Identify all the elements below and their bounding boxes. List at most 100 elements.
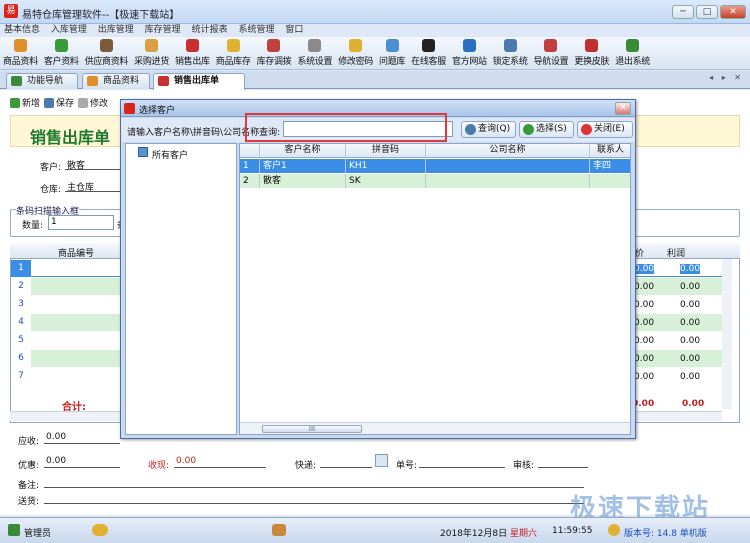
cell-contact: 李四 (590, 159, 630, 173)
discount-field[interactable]: 0.00 (44, 456, 120, 468)
toolbar-button-15[interactable]: 退出系统 (612, 37, 653, 69)
row-number: 4 (18, 317, 24, 327)
toolbar-button-3[interactable]: 采购进货 (131, 37, 172, 69)
cell-name: 客户1 (260, 159, 346, 173)
dialog-cancel-button[interactable]: 关闭(E) (577, 121, 633, 138)
menu-inbound[interactable]: 入库管理 (47, 24, 91, 36)
check-icon (523, 124, 534, 135)
col-company[interactable]: 公司名称 (426, 144, 590, 158)
row-profit: 0.00 (680, 372, 701, 382)
toolbar-icon (54, 39, 68, 52)
row-number: 1 (11, 260, 31, 277)
toolbar-button-7[interactable]: 系统设置 (294, 37, 335, 69)
close-label: 关闭(E) (594, 124, 625, 134)
customer-row[interactable]: 1 客户1 KH1 李四 (240, 159, 630, 173)
col-customer-name[interactable]: 客户名称 (260, 144, 346, 158)
menu-inventory[interactable]: 库存管理 (141, 24, 185, 36)
menu-reports[interactable]: 统计报表 (188, 24, 232, 36)
tab-nav-arrows[interactable]: ◂ ▸ ✕ (709, 73, 744, 82)
toolbar-button-9[interactable]: 问题库 (376, 37, 408, 69)
tracking-field[interactable] (419, 456, 505, 468)
menu-basic-info[interactable]: 基本信息 (0, 24, 44, 36)
toolbar-label: 更换皮肤 (574, 57, 610, 67)
toolbar-button-2[interactable]: 供应商资料 (82, 37, 132, 69)
tab-sales-outbound[interactable]: 销售出库单 (153, 73, 245, 90)
toolbar-label: 锁定系统 (492, 57, 528, 67)
col-contact[interactable]: 联系人 (590, 144, 630, 158)
received-field[interactable]: 0.00 (174, 456, 266, 468)
search-icon (465, 124, 476, 135)
menu-system[interactable]: 系统管理 (234, 24, 278, 36)
tab-label: 功能导航 (27, 76, 64, 86)
scroll-thumb[interactable]: III (262, 425, 362, 433)
toolbar-button-8[interactable]: 修改密码 (335, 37, 376, 69)
plus-icon (10, 97, 20, 108)
note-label: 备注: (18, 481, 40, 491)
row-price: 0.00 (634, 354, 655, 364)
toolbar-button-1[interactable]: 客户资料 (41, 37, 82, 69)
menu-window[interactable]: 窗口 (281, 24, 307, 36)
express-picker-icon[interactable] (375, 454, 388, 467)
new-button[interactable]: 新增 (10, 96, 40, 109)
note-field[interactable] (44, 476, 584, 488)
col-price[interactable]: 价 (635, 246, 644, 259)
toolbar-label: 修改密码 (338, 57, 374, 67)
tab-row: 功能导航 商品资料 销售出库单 (0, 71, 750, 90)
toolbar-button-12[interactable]: 锁定系统 (490, 37, 531, 69)
customer-field[interactable]: 散客 (65, 158, 125, 171)
toolbar-icon (462, 39, 476, 52)
row-profit: 0.00 (680, 282, 701, 292)
select-button[interactable]: 选择(S) (519, 121, 574, 138)
dialog-close-button[interactable]: ✕ (615, 102, 631, 115)
cell-code: SK (346, 174, 426, 188)
toolbar-button-6[interactable]: 库存调拨 (254, 37, 295, 69)
col-product-code[interactable]: 商品编号 (58, 246, 94, 259)
toolbar-label: 采购进货 (134, 57, 169, 67)
tab-function-nav[interactable]: 功能导航 (6, 73, 78, 89)
edit-button[interactable]: 修改 (78, 96, 108, 109)
status-weekday: 星期六 (510, 529, 538, 539)
folder-icon (138, 147, 148, 157)
toolbar-icon (385, 39, 399, 52)
tab-label: 商品资料 (103, 76, 140, 86)
list-hscroll[interactable]: III (240, 422, 630, 434)
col-profit[interactable]: 利润 (667, 246, 685, 259)
col-rownum (240, 144, 260, 158)
grid-vscroll[interactable] (722, 259, 732, 409)
audit-label: 审核: (513, 461, 535, 471)
close-window-button[interactable]: ✕ (720, 5, 746, 19)
toolbar-label: 导航设置 (533, 57, 569, 67)
toolbar-button-14[interactable]: 更换皮肤 (571, 37, 612, 69)
customer-list: 客户名称 拼音码 公司名称 联系人 1 客户1 KH1 李四 2 散客 SK III (239, 143, 631, 435)
toolbar-label: 官方网站 (451, 57, 487, 67)
menu-outbound[interactable]: 出库管理 (94, 24, 138, 36)
toolbar-button-4[interactable]: 销售出库 (172, 37, 213, 69)
audit-field[interactable] (538, 456, 588, 468)
toolbar-button-0[interactable]: 商品资料 (0, 37, 41, 69)
customer-row[interactable]: 2 散客 SK (240, 174, 630, 188)
toolbar-icon (503, 39, 517, 52)
tab-product-info[interactable]: 商品资料 (82, 73, 150, 89)
receivable-field[interactable]: 0.00 (44, 432, 120, 444)
query-button[interactable]: 查询(Q) (461, 121, 516, 138)
minimize-button[interactable]: ─ (672, 5, 694, 19)
toolbar-button-5[interactable]: 商品库存 (213, 37, 254, 69)
express-field[interactable] (320, 456, 372, 468)
save-button[interactable]: 保存 (44, 96, 74, 109)
toolbar-button-11[interactable]: 官方网站 (449, 37, 490, 69)
toolbar-button-13[interactable]: 导航设置 (531, 37, 572, 69)
maximize-button[interactable]: □ (696, 5, 718, 19)
col-pinyin-code[interactable]: 拼音码 (346, 144, 426, 158)
app-logo-icon (124, 103, 135, 114)
toolbar-icon (226, 39, 240, 52)
toolbar-label: 商品资料 (3, 57, 38, 67)
status-user: 管理员 (24, 529, 52, 539)
warehouse-field[interactable]: 主仓库 (65, 180, 125, 193)
row-price: 0.00 (634, 282, 655, 292)
version-icon (608, 524, 620, 536)
qty-input[interactable]: 1 (48, 215, 114, 230)
delivery-field[interactable] (44, 492, 584, 504)
toolbar-button-10[interactable]: 在线客服 (408, 37, 449, 69)
highlight-annotation (245, 113, 447, 142)
new-label: 新增 (22, 99, 41, 109)
